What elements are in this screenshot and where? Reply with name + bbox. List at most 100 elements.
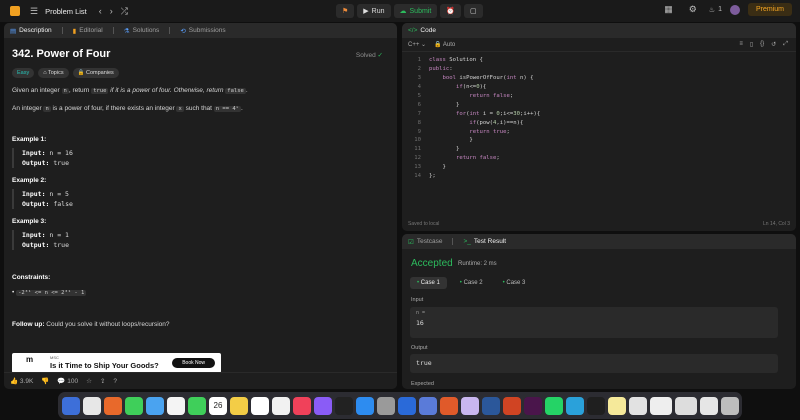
- dislike-icon[interactable]: 👎: [41, 377, 49, 385]
- tab-submissions[interactable]: ⟲ Submissions: [180, 27, 225, 35]
- run-button[interactable]: ▶ Run: [357, 4, 391, 18]
- language-select[interactable]: C++ ⌄: [408, 41, 426, 48]
- tab-description[interactable]: ▤ Description: [10, 27, 52, 35]
- chrome-icon[interactable]: [83, 396, 101, 415]
- telegram-icon[interactable]: [566, 396, 584, 415]
- terminal-app-icon[interactable]: [587, 396, 605, 415]
- tab-solutions[interactable]: ⚗ Solutions: [124, 27, 160, 35]
- tab-label: Editorial: [79, 27, 103, 34]
- settings-icon[interactable]: ⚙: [689, 4, 697, 15]
- code-text: bool isPowerOfFour(int n) {: [442, 75, 534, 82]
- document-thumbnail-icon[interactable]: [650, 396, 672, 415]
- page-title[interactable]: 342. Power of Four: [12, 48, 389, 60]
- output-label: Output:: [22, 159, 50, 167]
- prev-problem-icon[interactable]: ‹: [99, 6, 102, 16]
- share-icon[interactable]: ⇪: [100, 377, 105, 385]
- powerpoint-icon[interactable]: [503, 396, 521, 415]
- trash-icon[interactable]: [721, 396, 739, 415]
- timer-button[interactable]: ⏰: [440, 4, 462, 18]
- code-editor[interactable]: 1 class Solution {2 public: 3 bool isPowerO…: [402, 56, 796, 180]
- inline-code: n: [61, 88, 69, 94]
- fire-icon[interactable]: ♨: [709, 6, 715, 14]
- brave-icon[interactable]: [440, 396, 458, 415]
- tab-code[interactable]: </> Code: [408, 27, 436, 34]
- podcasts-icon[interactable]: [314, 396, 332, 415]
- ad-banner[interactable]: m MSC Is it Time to Ship Your Goods? Boo…: [12, 353, 221, 373]
- document-thumbnail-icon[interactable]: [675, 396, 697, 415]
- layout-icon[interactable]: ▦: [664, 4, 673, 15]
- tab-label: Testcase: [416, 238, 443, 245]
- word-icon[interactable]: [482, 396, 500, 415]
- appstore-icon[interactable]: [356, 396, 374, 415]
- avatar[interactable]: [729, 4, 740, 15]
- xcode-icon[interactable]: [419, 396, 437, 415]
- vscode-icon[interactable]: [398, 396, 416, 415]
- problem-list-link[interactable]: Problem List: [45, 7, 87, 16]
- notes-button[interactable]: ▢: [464, 4, 483, 18]
- line-number: 5: [417, 93, 421, 99]
- tab-label: Submissions: [188, 27, 226, 34]
- code-text: return true;: [469, 128, 510, 135]
- settings-app-icon[interactable]: [377, 396, 395, 415]
- leetcode-logo-icon[interactable]: [10, 6, 20, 16]
- case-1-tab[interactable]: • Case 1: [410, 277, 447, 289]
- shuffle-icon[interactable]: ⤮: [121, 6, 128, 17]
- whatsapp-icon[interactable]: [545, 396, 563, 415]
- like-button[interactable]: 👍 3.9K: [10, 377, 33, 385]
- reset-icon[interactable]: ↺: [771, 41, 776, 48]
- case-2-tab[interactable]: • Case 2: [453, 277, 490, 289]
- tab-editorial[interactable]: ▮ Editorial: [73, 27, 103, 35]
- dot-icon: •: [417, 280, 420, 286]
- calendar-icon[interactable]: 26: [209, 396, 227, 415]
- auto-toggle[interactable]: 🔒 Auto: [434, 41, 455, 48]
- topics-chip[interactable]: ⌂ Topics: [38, 68, 69, 78]
- star-icon[interactable]: ☆: [86, 377, 92, 385]
- clock-icon[interactable]: [251, 396, 269, 415]
- stickies-icon[interactable]: [608, 396, 626, 415]
- list-icon[interactable]: ☰: [30, 6, 38, 17]
- mail-icon[interactable]: [146, 396, 164, 415]
- text: An integer: [12, 105, 44, 112]
- terminal-icon: >_: [463, 238, 471, 245]
- help-icon[interactable]: ?: [113, 378, 117, 385]
- line-number: 13: [414, 164, 421, 171]
- fullscreen-icon[interactable]: ⤢: [783, 41, 788, 48]
- submit-button[interactable]: ☁ Submit: [393, 4, 438, 18]
- text: such that: [183, 105, 214, 112]
- appletv-icon[interactable]: [335, 396, 353, 415]
- reminders-icon[interactable]: [272, 396, 290, 415]
- tab-testcase[interactable]: ☑ Testcase: [408, 238, 442, 246]
- bookmark-icon[interactable]: ▯: [750, 41, 753, 48]
- history-icon: ⟲: [180, 27, 186, 35]
- lock-icon: 🔒: [434, 42, 442, 48]
- teams-icon[interactable]: [461, 396, 479, 415]
- code-text: if(pow(4,i)==n){: [469, 119, 524, 126]
- format-icon[interactable]: ≡: [739, 41, 743, 48]
- debug-button[interactable]: ⚑: [336, 4, 355, 18]
- description-tabs: ▤ Description ▮ Editorial ⚗ Solutions ⟲ Subm…: [4, 23, 397, 38]
- code-text: }: [429, 101, 460, 108]
- case-3-tab[interactable]: • Case 3: [496, 277, 533, 289]
- tab-test-result[interactable]: >_ Test Result: [463, 238, 506, 245]
- facetime-icon[interactable]: [188, 396, 206, 415]
- bug-icon: ⚑: [342, 8, 349, 15]
- companies-chip[interactable]: 🔒 Companies: [72, 68, 119, 78]
- photos-icon[interactable]: [167, 396, 185, 415]
- preview-icon[interactable]: [629, 396, 647, 415]
- code-tabs: </> Code: [402, 23, 796, 38]
- text: Given an integer: [12, 87, 62, 94]
- premium-button[interactable]: Premium: [747, 3, 792, 16]
- cursor-position: Ln 14, Col 3: [763, 221, 790, 227]
- notes-icon[interactable]: [230, 396, 248, 415]
- music-icon[interactable]: [293, 396, 311, 415]
- downloads-icon[interactable]: [700, 396, 718, 415]
- firefox-icon[interactable]: [104, 396, 122, 415]
- finder-icon[interactable]: [62, 396, 80, 415]
- comment-button[interactable]: 💬 100: [57, 377, 78, 385]
- code-line: 5 return false;: [402, 92, 796, 101]
- next-problem-icon[interactable]: ›: [110, 6, 113, 16]
- book-now-button[interactable]: Book Now: [172, 358, 215, 368]
- slack-icon[interactable]: [524, 396, 542, 415]
- messages-icon[interactable]: [125, 396, 143, 415]
- braces-icon[interactable]: {}: [760, 41, 764, 48]
